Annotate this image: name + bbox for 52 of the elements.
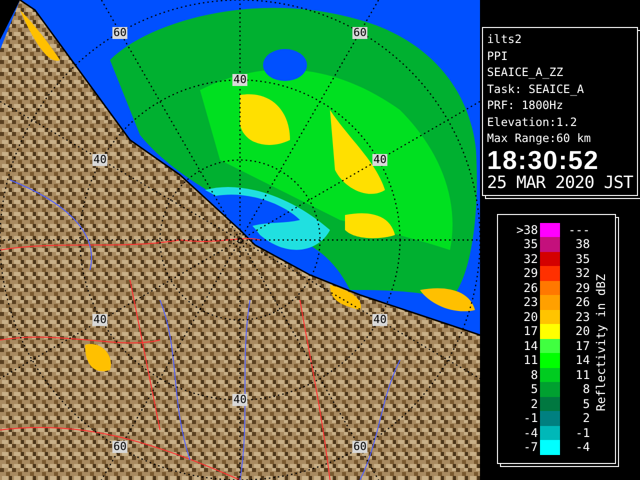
legend-low-value: 5 [530, 382, 539, 396]
clock-time: 18:30:52 [487, 146, 600, 172]
info-line: Elevation:1.2 [487, 114, 578, 130]
legend-low-value: 17 [522, 324, 539, 338]
range-label: 40 [232, 394, 248, 406]
legend-low-value: 8 [530, 368, 539, 382]
range-label: 60 [112, 27, 128, 39]
range-label: 40 [372, 154, 388, 166]
legend-high-value: 29 [574, 280, 590, 295]
legend-high-value: 2 [582, 411, 590, 426]
legend-title: Reflectivity in dBZ [594, 274, 608, 412]
legend-high-value: -4 [574, 440, 590, 454]
legend-low-value: 20 [522, 310, 539, 324]
legend-high-value: 5 [582, 396, 590, 411]
legend-low-value: 11 [522, 353, 539, 368]
legend-high-value: 23 [574, 310, 590, 324]
info-line: PPI [487, 48, 509, 64]
legend-low-value: 32 [522, 252, 539, 266]
legend-high-value: -1 [574, 426, 590, 440]
range-label: 60 [112, 441, 128, 453]
legend-low-value: 35 [522, 237, 539, 252]
range-label: 40 [372, 314, 388, 326]
legend-high-value: 8 [582, 382, 590, 396]
date-text: 25 MAR 2020 JST [487, 172, 634, 192]
info-line: Task: SEAICE_A [487, 80, 585, 97]
range-label: 40 [92, 314, 108, 326]
range-label: 40 [92, 154, 108, 166]
legend-low-value: >38 [515, 222, 539, 237]
legend-high-value: 35 [574, 252, 590, 266]
legend-low-value: 29 [522, 266, 539, 280]
legend-low-value: 2 [530, 396, 539, 411]
info-line: PRF: 1800Hz [487, 97, 564, 114]
legend-low-value: 26 [522, 280, 539, 295]
info-line: SEAICE_A_ZZ [487, 64, 564, 80]
legend-low-value: 23 [522, 295, 539, 310]
legend-high-value: 11 [574, 368, 590, 382]
info-line: Max Range:60 km [487, 130, 592, 146]
legend-low-value: -4 [522, 426, 539, 440]
range-label: 40 [232, 74, 248, 86]
legend-high-value: 32 [574, 266, 590, 280]
legend-high-value: --- [567, 222, 590, 237]
legend-low-value: 14 [522, 338, 539, 353]
legend-high-value: 38 [574, 237, 590, 252]
legend-low-value: -1 [522, 411, 539, 426]
legend-high-value: 14 [574, 353, 590, 368]
legend-high-value: 17 [574, 338, 590, 353]
legend-high-value: 26 [574, 295, 590, 310]
range-label: 60 [352, 27, 368, 39]
legend-high-value: 20 [574, 324, 590, 338]
legend-low-value: -7 [522, 440, 539, 454]
range-label: 60 [352, 441, 368, 453]
info-line: ilts2 [487, 31, 523, 48]
